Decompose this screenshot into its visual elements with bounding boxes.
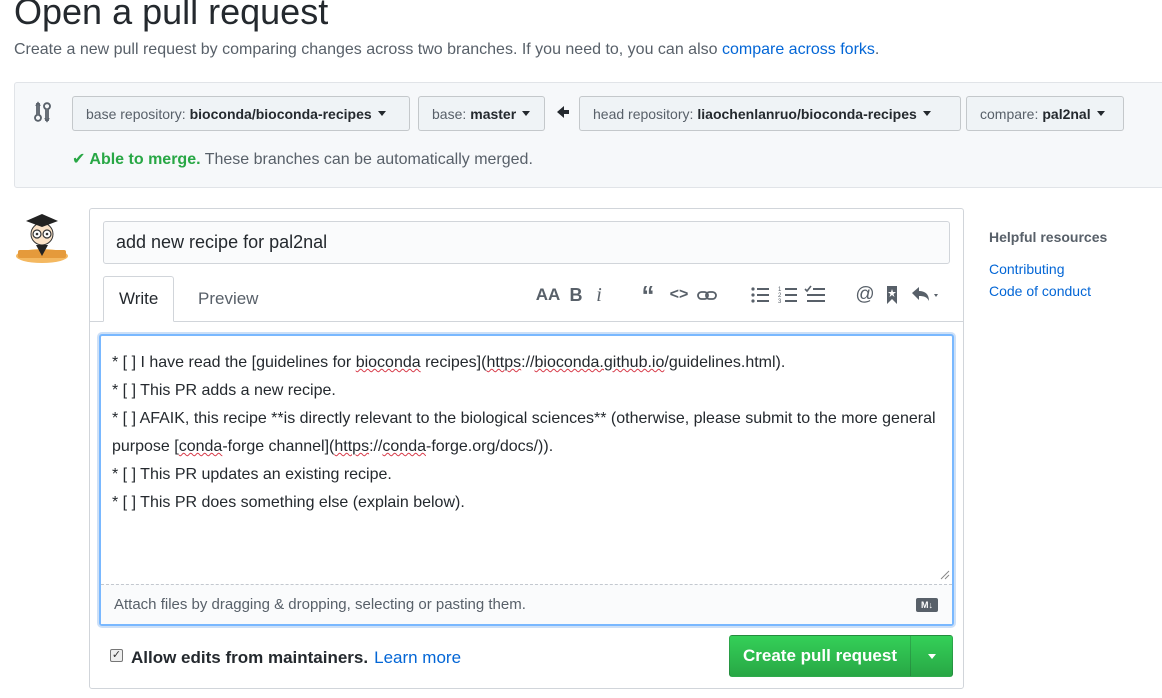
- merge-ok-text: Able to merge.: [89, 151, 201, 168]
- head-repository-select[interactable]: head repository: liaochenlanruo/bioconda-…: [579, 96, 961, 131]
- compare-branch-value: pal2nal: [1042, 105, 1091, 122]
- merge-status: ✔ Able to merge. These branches can be au…: [72, 149, 533, 169]
- tab-write[interactable]: Write: [103, 276, 175, 322]
- quote-icon[interactable]: “: [637, 280, 659, 310]
- allow-edits-row: ✓ Allow edits from maintainers. Learn mo…: [110, 648, 461, 668]
- markdown-icon[interactable]: M↓: [916, 598, 938, 612]
- resize-handle-icon[interactable]: [938, 568, 950, 580]
- chevron-down-icon: [922, 111, 931, 116]
- reply-icon[interactable]: [910, 283, 944, 307]
- text-size-icon[interactable]: AA: [536, 283, 561, 307]
- chevron-down-icon: [927, 653, 936, 659]
- body-line-3: * [ ] AFAIK, this recipe **is directly r…: [112, 410, 940, 455]
- code-of-conduct-link[interactable]: Code of conduct: [989, 283, 1091, 299]
- chevron-down-icon: [377, 111, 386, 116]
- learn-more-link[interactable]: Learn more: [374, 648, 461, 668]
- link-icon[interactable]: [696, 283, 718, 307]
- bulleted-list-icon[interactable]: [750, 283, 770, 307]
- attach-hint: Attach files by dragging & dropping, sel…: [114, 596, 526, 613]
- body-line-2: * [ ] This PR adds a new recipe.: [112, 382, 336, 399]
- create-pull-request-dropdown-button[interactable]: [910, 635, 953, 677]
- attach-files-bar[interactable]: Attach files by dragging & dropping, sel…: [101, 584, 952, 624]
- head-repository-value: liaochenlanruo/bioconda-recipes: [697, 105, 917, 122]
- base-branch-value: master: [470, 105, 517, 122]
- git-compare-icon: [34, 101, 51, 123]
- contributing-link[interactable]: Contributing: [989, 261, 1065, 277]
- saved-reply-icon[interactable]: [884, 283, 900, 307]
- body-line-4: * [ ] This PR updates an existing recipe…: [112, 466, 392, 483]
- page-title: Open a pull request: [14, 0, 329, 32]
- create-pull-request-button[interactable]: Create pull request: [729, 635, 911, 677]
- body-content: * [ ] I have read the [guidelines for bi…: [112, 349, 942, 517]
- compare-branch-select[interactable]: compare: pal2nal: [966, 96, 1124, 131]
- arrow-left-icon: [557, 106, 569, 118]
- tab-preview[interactable]: Preview: [183, 276, 273, 322]
- merge-message: These branches can be automatically merg…: [200, 151, 533, 168]
- page-subtitle: Create a new pull request by comparing c…: [14, 41, 879, 59]
- subtitle-text: Create a new pull request by comparing c…: [14, 41, 722, 58]
- chevron-down-icon: [1096, 111, 1105, 116]
- body-line-5: * [ ] This PR does something else (expla…: [112, 494, 465, 511]
- compare-across-forks-link[interactable]: compare across forks: [722, 41, 875, 58]
- helpful-resources-title: Helpful resources: [989, 229, 1108, 245]
- base-repository-label: base repository:: [86, 105, 186, 122]
- avatar: [16, 214, 68, 263]
- compare-branch-label: compare:: [980, 105, 1039, 122]
- code-icon[interactable]: <>: [668, 283, 690, 307]
- task-list-icon[interactable]: [804, 283, 826, 307]
- base-repository-value: bioconda/bioconda-recipes: [189, 105, 372, 122]
- allow-edits-checkbox[interactable]: ✓: [110, 648, 123, 662]
- allow-edits-label: Allow edits from maintainers.: [131, 648, 369, 667]
- numbered-list-icon[interactable]: 1 2 3: [778, 283, 798, 307]
- base-repository-select[interactable]: base repository: bioconda/bioconda-recipe…: [72, 96, 410, 131]
- body-line-1: * [ ] I have read the [guidelines for bi…: [112, 354, 786, 371]
- check-icon: ✔: [72, 151, 86, 168]
- base-branch-select[interactable]: base: master: [418, 96, 545, 131]
- italic-icon[interactable]: i: [592, 283, 606, 307]
- svg-text:3: 3: [778, 299, 782, 305]
- mention-icon[interactable]: @: [855, 283, 875, 307]
- pull-request-title-input[interactable]: [103, 221, 950, 264]
- base-branch-label: base:: [432, 105, 467, 122]
- chevron-down-icon: [522, 111, 531, 116]
- bold-icon[interactable]: B: [567, 283, 585, 307]
- head-repository-label: head repository:: [593, 105, 694, 122]
- subtitle-suffix: .: [874, 41, 880, 58]
